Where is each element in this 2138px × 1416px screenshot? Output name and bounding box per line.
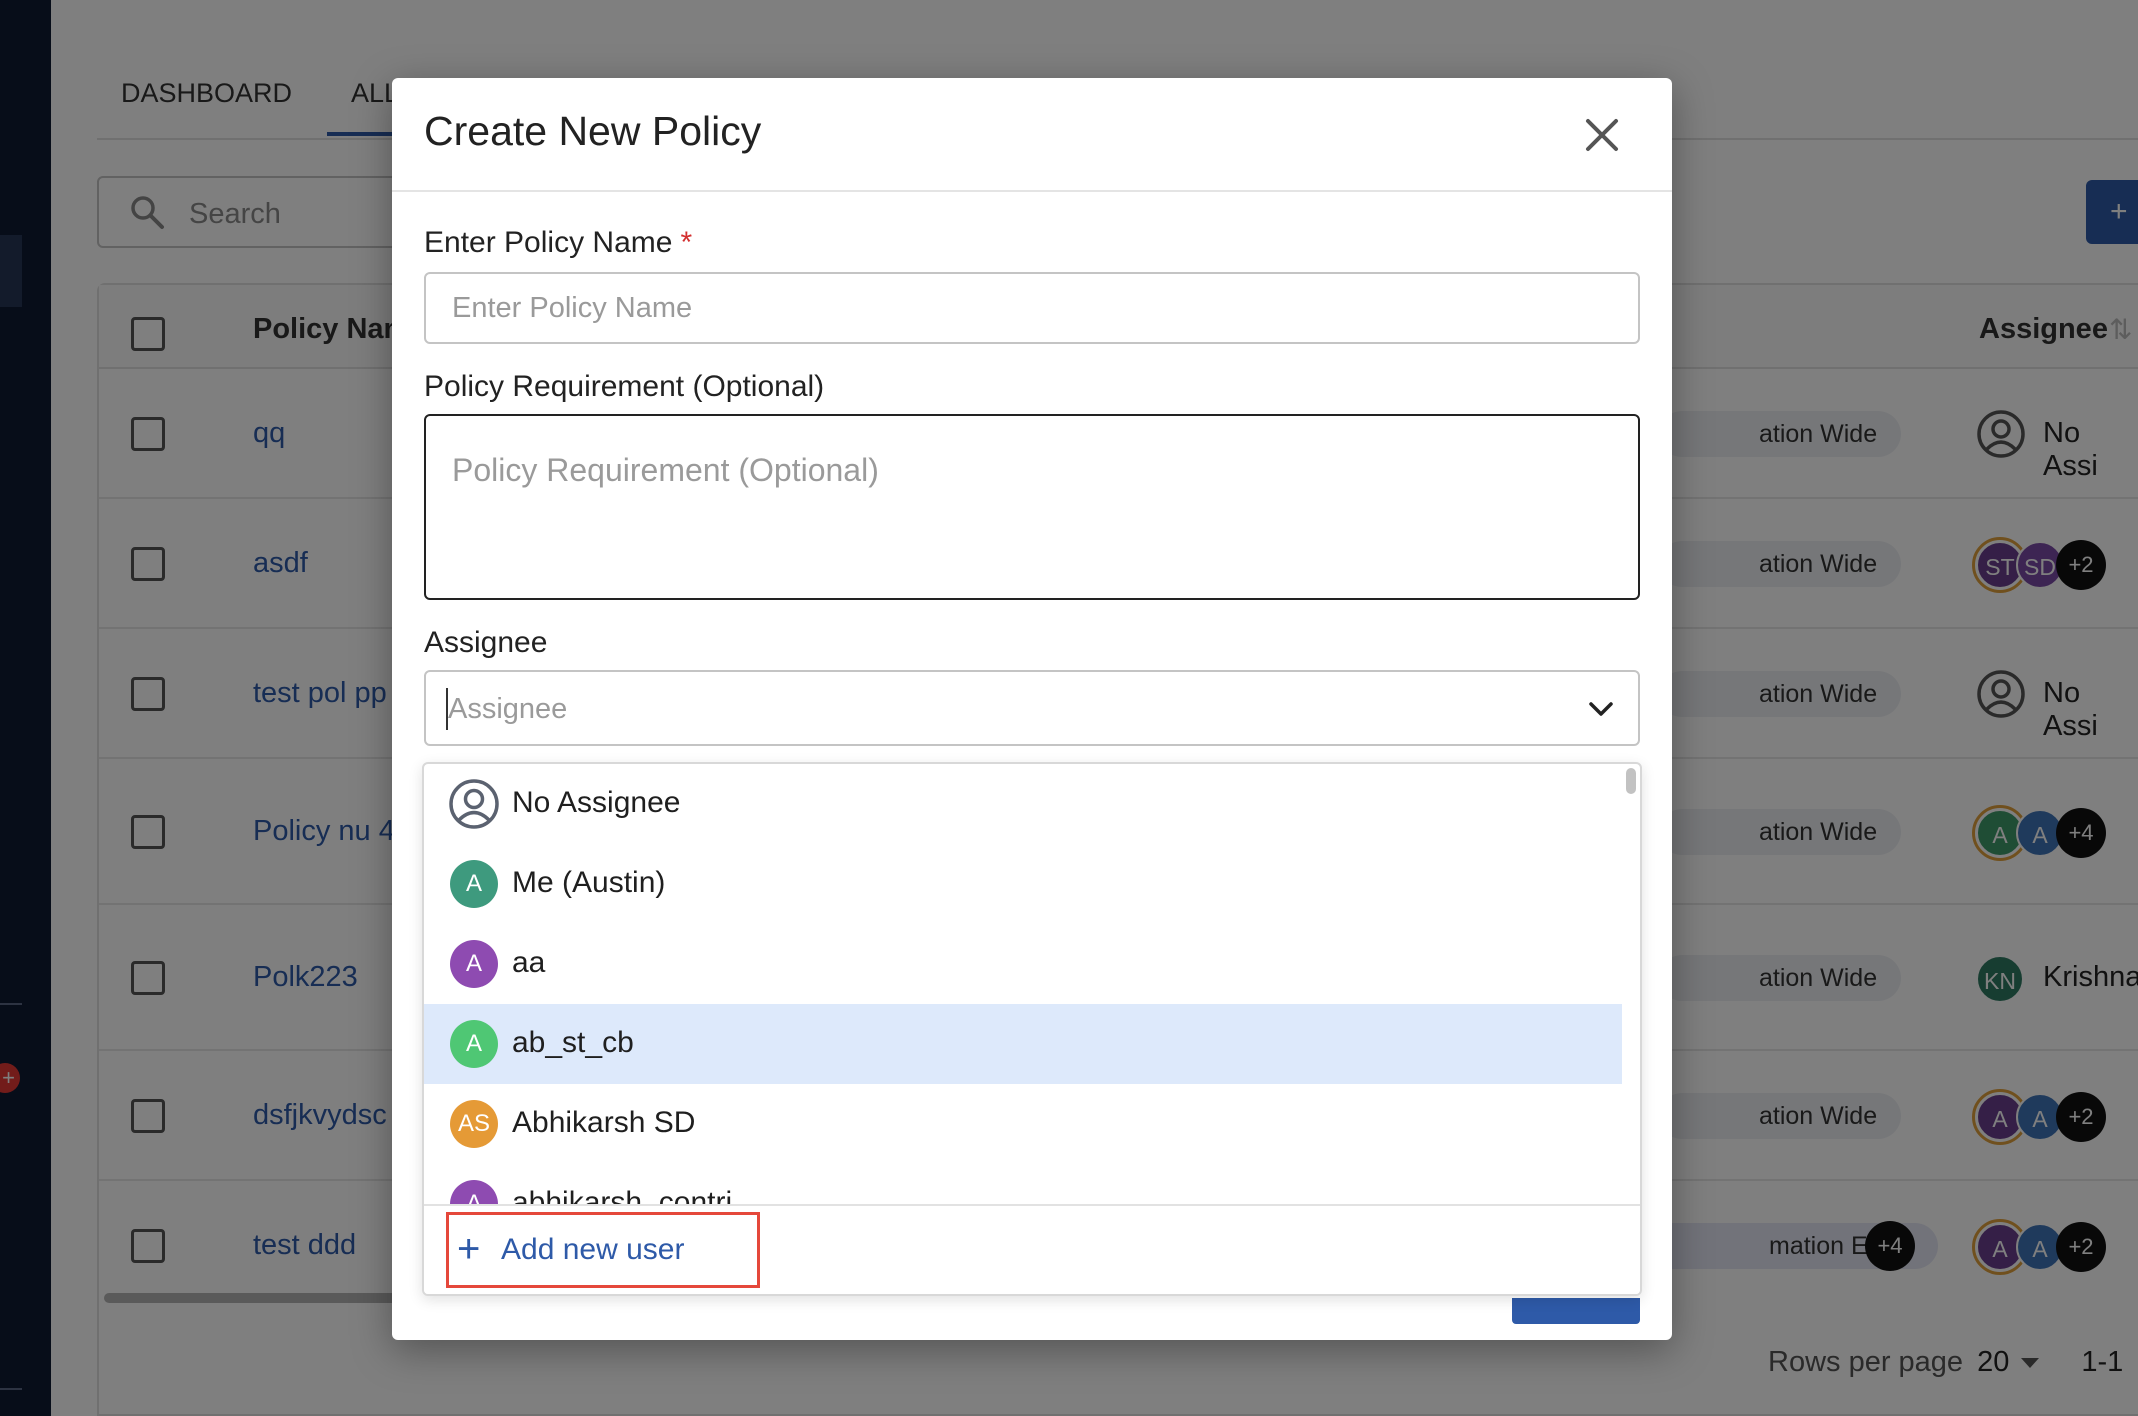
option-label: Abhikarsh SD (512, 1106, 696, 1139)
user-circle-icon (449, 779, 499, 829)
dialog-header: Create New Policy (392, 78, 1672, 192)
assignee-label: Assignee (424, 626, 548, 659)
assignee-option-aa[interactable]: A aa (424, 924, 1622, 1004)
policy-requirement-textarea[interactable] (424, 414, 1640, 600)
assignee-select[interactable] (424, 670, 1640, 746)
dropdown-footer: + Add new user (424, 1204, 1640, 1294)
avatar: A (450, 1180, 498, 1204)
avatar: A (450, 1020, 498, 1068)
assignee-option-me[interactable]: A Me (Austin) (424, 844, 1622, 924)
assignee-option-abhikarsh-contri[interactable]: A abhikarsh_contri (424, 1164, 1622, 1204)
dialog-title: Create New Policy (424, 108, 762, 154)
option-label: abhikarsh_contri (512, 1186, 733, 1204)
required-mark: * (680, 226, 693, 259)
assignee-option-ab-st-cb[interactable]: A ab_st_cb (424, 1004, 1622, 1084)
policy-requirement-label: Policy Requirement (Optional) (424, 370, 825, 403)
add-new-user-label: Add new user (501, 1233, 685, 1266)
avatar: A (450, 940, 498, 988)
assignee-input[interactable] (446, 688, 1546, 730)
plus-icon: + (457, 1227, 481, 1271)
policy-name-label: Enter Policy Name * (424, 226, 692, 260)
chevron-down-icon[interactable] (1588, 700, 1614, 718)
assignee-option-no-assignee[interactable]: No Assignee (424, 764, 1622, 844)
add-new-user-button[interactable]: + Add new user (446, 1212, 760, 1288)
avatar: AS (450, 1100, 498, 1148)
option-label: aa (512, 946, 546, 979)
close-icon[interactable] (1582, 115, 1622, 155)
option-label: No Assignee (512, 786, 681, 819)
assignee-options-list[interactable]: No Assignee A Me (Austin) A aa A ab_st_c… (424, 764, 1624, 1204)
dropdown-scrollbar[interactable] (1626, 768, 1636, 794)
assignee-option-abhikarsh-sd[interactable]: AS Abhikarsh SD (424, 1084, 1622, 1164)
option-label: Me (Austin) (512, 866, 666, 899)
assignee-dropdown: No Assignee A Me (Austin) A aa A ab_st_c… (422, 762, 1642, 1296)
policy-name-label-text: Enter Policy Name (424, 226, 673, 259)
policy-name-input[interactable] (424, 272, 1640, 344)
create-button[interactable] (1512, 1298, 1640, 1324)
option-label: ab_st_cb (512, 1026, 634, 1059)
avatar: A (450, 860, 498, 908)
